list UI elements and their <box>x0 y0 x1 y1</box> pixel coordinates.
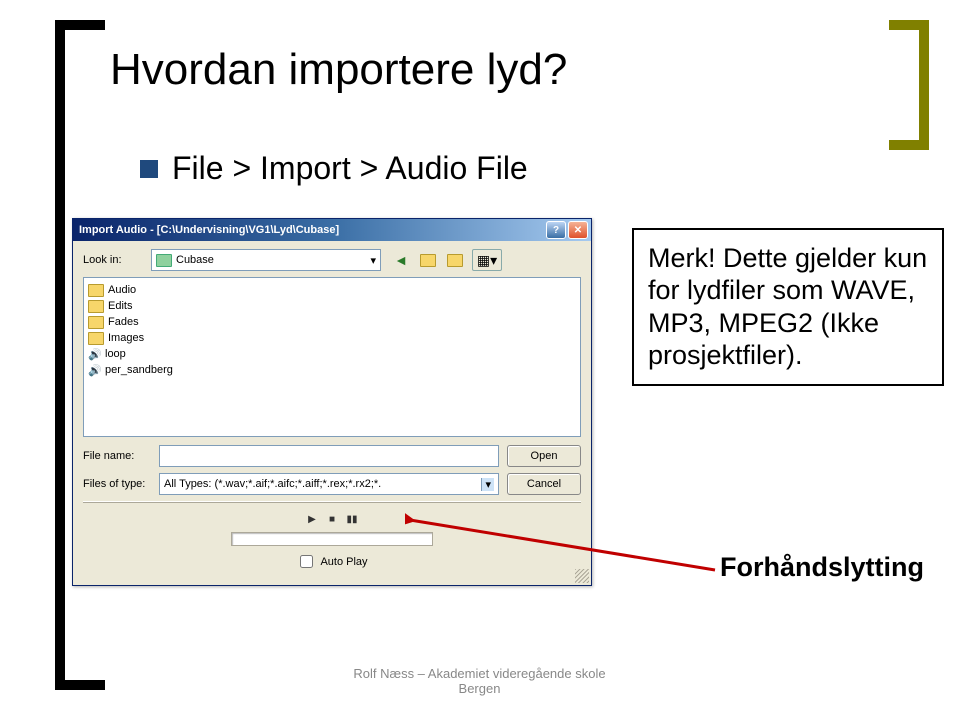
dialog-titlebar: Import Audio - [C:\Undervisning\VG1\Lyd\… <box>73 219 591 241</box>
view-menu-icon[interactable]: ▦▾ <box>472 249 502 271</box>
play-icon[interactable]: ▶ <box>304 512 320 526</box>
cancel-button[interactable]: Cancel <box>507 473 581 495</box>
list-item[interactable]: Fades <box>88 314 576 330</box>
filetype-combo[interactable]: All Types: (*.wav;*.aif;*.aifc;*.aiff;*.… <box>159 473 499 495</box>
file-list[interactable]: Audio Edits Fades Images 🔊loop 🔊per_sand… <box>83 277 581 437</box>
slide-title: Hvordan importere lyd? <box>110 45 567 95</box>
chevron-down-icon: ▾ <box>370 254 376 267</box>
list-item[interactable]: Images <box>88 330 576 346</box>
sound-icon: 🔊 <box>88 348 101 361</box>
bullet-row: File > Import > Audio File <box>140 150 528 187</box>
lookin-combo[interactable]: Cubase ▾ <box>151 249 381 271</box>
lookin-label: Look in: <box>83 254 151 266</box>
filetype-label: Files of type: <box>83 478 151 490</box>
lookin-value: Cubase <box>176 254 214 266</box>
preview-caption: Forhåndslytting <box>720 552 924 583</box>
list-item[interactable]: Edits <box>88 298 576 314</box>
bracket-right <box>889 20 929 150</box>
up-folder-icon[interactable] <box>418 250 438 270</box>
sound-icon: 🔊 <box>88 364 101 377</box>
folder-icon <box>88 316 104 329</box>
import-audio-dialog: Import Audio - [C:\Undervisning\VG1\Lyd\… <box>72 218 592 586</box>
new-folder-icon[interactable] <box>445 250 465 270</box>
pause-icon[interactable]: ▮▮ <box>344 512 360 526</box>
close-button[interactable]: ✕ <box>568 221 588 239</box>
list-item[interactable]: Audio <box>88 282 576 298</box>
bullet-square-icon <box>140 160 158 178</box>
note-box: Merk! Dette gjelder kun for lydfiler som… <box>632 228 944 386</box>
footer-line2: Bergen <box>0 682 959 697</box>
dialog-title: Import Audio - [C:\Undervisning\VG1\Lyd\… <box>79 224 339 236</box>
stop-icon[interactable]: ■ <box>324 512 340 526</box>
autoplay-label: Auto Play <box>320 556 367 568</box>
footer: Rolf Næss – Akademiet videregående skole… <box>0 667 959 697</box>
play-controls: ▶ ■ ▮▮ <box>304 512 360 526</box>
folder-icon <box>88 300 104 313</box>
list-item[interactable]: 🔊loop <box>88 346 576 362</box>
help-button[interactable]: ? <box>546 221 566 239</box>
progress-bar[interactable] <box>231 532 433 546</box>
folder-icon <box>88 284 104 297</box>
resize-grip-icon[interactable] <box>575 569 589 583</box>
back-icon[interactable]: ◄ <box>391 250 411 270</box>
folder-icon <box>156 254 172 267</box>
folder-icon <box>88 332 104 345</box>
chevron-down-icon: ▾ <box>481 478 494 491</box>
list-item[interactable]: 🔊per_sandberg <box>88 362 576 378</box>
autoplay-checkbox[interactable] <box>300 555 313 568</box>
preview-area: ▶ ■ ▮▮ Auto Play <box>83 501 581 579</box>
filename-input[interactable] <box>159 445 499 467</box>
bullet-text: File > Import > Audio File <box>172 150 528 187</box>
open-button[interactable]: Open <box>507 445 581 467</box>
filename-label: File name: <box>83 450 151 462</box>
footer-line1: Rolf Næss – Akademiet videregående skole <box>0 667 959 682</box>
